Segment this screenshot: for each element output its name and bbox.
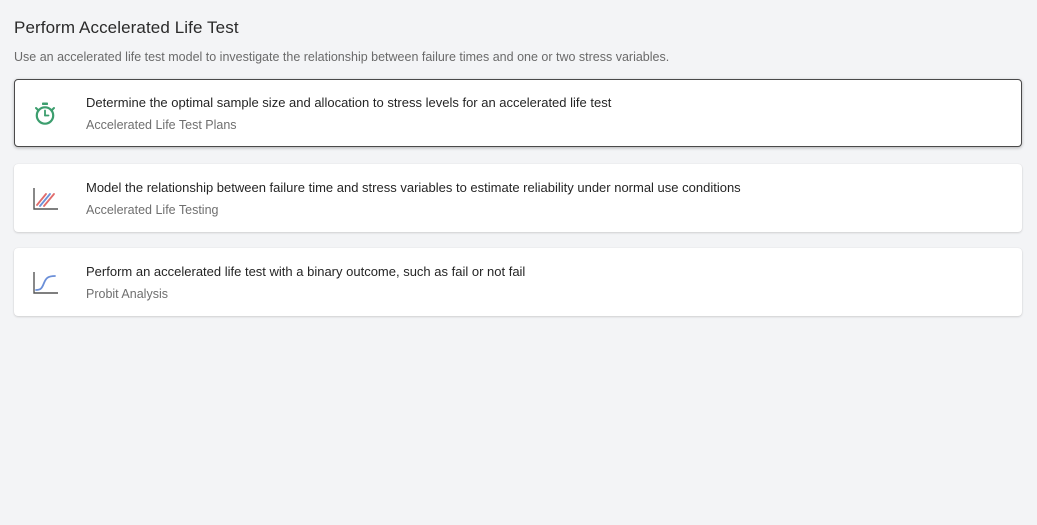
- stress-lines-chart-icon: [31, 185, 59, 213]
- option-card-probit-analysis[interactable]: Perform an accelerated life test with a …: [14, 248, 1022, 316]
- option-title: Model the relationship between failure t…: [86, 180, 741, 195]
- stopwatch-icon: [31, 100, 59, 128]
- option-subtitle: Accelerated Life Test Plans: [86, 118, 237, 132]
- option-title: Perform an accelerated life test with a …: [86, 264, 526, 279]
- option-subtitle: Probit Analysis: [86, 287, 168, 301]
- option-card-accelerated-life-testing[interactable]: Model the relationship between failure t…: [14, 164, 1022, 232]
- option-title: Determine the optimal sample size and al…: [86, 95, 612, 110]
- option-subtitle: Accelerated Life Testing: [86, 203, 219, 217]
- page-subtitle: Use an accelerated life test model to in…: [14, 50, 670, 64]
- page-title: Perform Accelerated Life Test: [14, 18, 239, 37]
- s-curve-chart-icon: [31, 269, 59, 297]
- option-card-accelerated-life-test-plans[interactable]: Determine the optimal sample size and al…: [14, 79, 1022, 147]
